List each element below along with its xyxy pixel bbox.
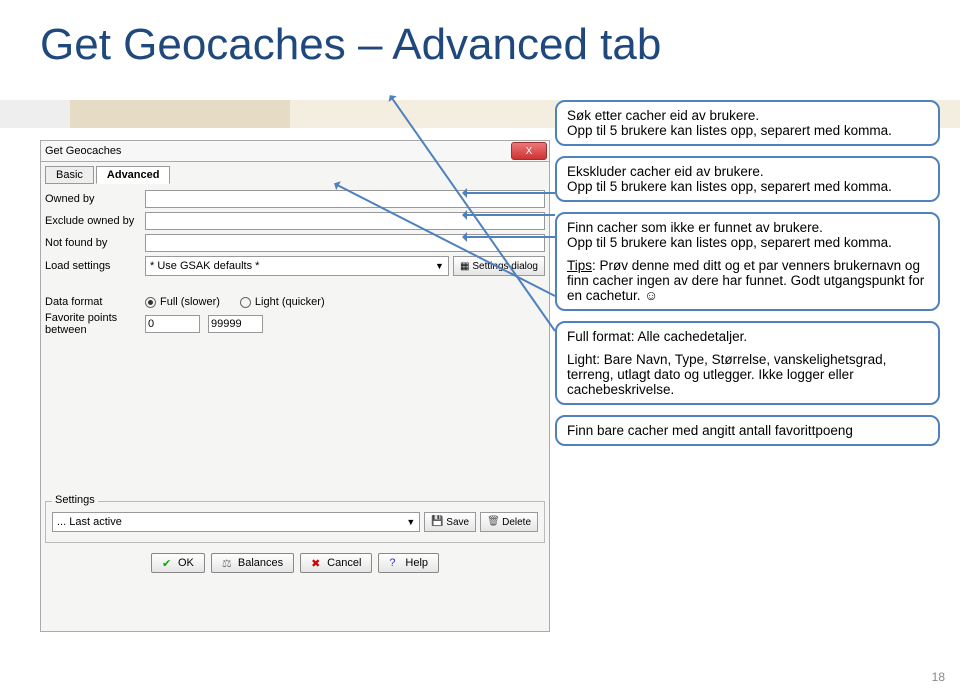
- tab-advanced[interactable]: Advanced: [96, 166, 171, 184]
- callout-not-found-by: Finn cacher som ikke er funnet av bruker…: [555, 212, 940, 311]
- label-owned-by: Owned by: [45, 193, 145, 205]
- callout-text: Finn cacher som ikke er funnet av bruker…: [567, 220, 928, 250]
- load-settings-value: * Use GSAK defaults *: [150, 260, 259, 272]
- callout-exclude-owned: Ekskluder cacher eid av brukere. Opp til…: [555, 156, 940, 202]
- dialog-title-text: Get Geocaches: [45, 145, 121, 157]
- delete-button[interactable]: 🗑 Delete: [480, 512, 538, 532]
- help-button[interactable]: ? Help: [378, 553, 439, 573]
- chevron-down-icon: ▼: [435, 261, 444, 271]
- cancel-button[interactable]: ✖ Cancel: [300, 553, 372, 573]
- radio-icon: [145, 297, 156, 308]
- tips-label: Tips: [567, 258, 592, 273]
- chevron-down-icon: ▼: [406, 517, 415, 527]
- radio-icon: [240, 297, 251, 308]
- fav-min-input[interactable]: [145, 315, 200, 333]
- scale-icon: ⚖: [222, 557, 234, 569]
- settings-preset-dropdown[interactable]: ... Last active ▼: [52, 512, 420, 532]
- radio-full[interactable]: Full (slower): [145, 296, 220, 308]
- connector-arrow: [465, 214, 555, 216]
- tips-text: : Prøv denne med ditt og et par venners …: [567, 258, 924, 303]
- load-settings-dropdown[interactable]: * Use GSAK defaults * ▼: [145, 256, 449, 276]
- callout-data-format: Full format: Alle cachedetaljer. Light: …: [555, 321, 940, 405]
- label-not-found-by: Not found by: [45, 237, 145, 249]
- callout-fav-points: Finn bare cacher med angitt antall favor…: [555, 415, 940, 446]
- tab-basic[interactable]: Basic: [45, 166, 94, 184]
- close-button[interactable]: X: [511, 142, 547, 160]
- connector-arrow: [465, 236, 555, 238]
- radio-light[interactable]: Light (quicker): [240, 296, 325, 308]
- group-settings-label: Settings: [52, 494, 98, 506]
- trash-icon: 🗑: [487, 516, 499, 528]
- balances-label: Balances: [238, 557, 283, 569]
- close-icon: X: [526, 146, 533, 157]
- fav-max-input[interactable]: [208, 315, 263, 333]
- check-icon: ✔: [162, 557, 174, 569]
- settings-preset-value: ... Last active: [57, 516, 122, 528]
- label-load-settings: Load settings: [45, 260, 145, 272]
- callout-light-format: Light: Bare Navn, Type, Størrelse, vansk…: [567, 352, 928, 397]
- x-icon: ✖: [311, 557, 323, 569]
- save-icon: 💾: [431, 516, 443, 528]
- callout-full-format: Full format: Alle cachedetaljer.: [567, 329, 928, 344]
- callout-tips: Tips: Prøv denne med ditt og et par venn…: [567, 258, 928, 303]
- ok-label: OK: [178, 557, 194, 569]
- label-data-format: Data format: [45, 296, 145, 308]
- radio-full-label: Full (slower): [160, 296, 220, 308]
- save-button[interactable]: 💾 Save: [424, 512, 476, 532]
- ok-button[interactable]: ✔ OK: [151, 553, 205, 573]
- dialog-titlebar: Get Geocaches X: [40, 140, 550, 162]
- delete-label: Delete: [502, 517, 531, 528]
- help-label: Help: [405, 557, 428, 569]
- save-label: Save: [446, 517, 469, 528]
- label-fav-between: Favorite points between: [45, 312, 145, 336]
- question-icon: ?: [389, 557, 401, 569]
- callout-owned-by: Søk etter cacher eid av brukere. Opp til…: [555, 100, 940, 146]
- label-exclude-owned: Exclude owned by: [45, 215, 145, 227]
- page-number: 18: [932, 670, 945, 684]
- connector-arrow: [465, 192, 555, 194]
- radio-light-label: Light (quicker): [255, 296, 325, 308]
- grid-icon: ▦: [460, 261, 469, 272]
- balances-button[interactable]: ⚖ Balances: [211, 553, 294, 573]
- cancel-label: Cancel: [327, 557, 361, 569]
- page-title: Get Geocaches – Advanced tab: [40, 20, 661, 70]
